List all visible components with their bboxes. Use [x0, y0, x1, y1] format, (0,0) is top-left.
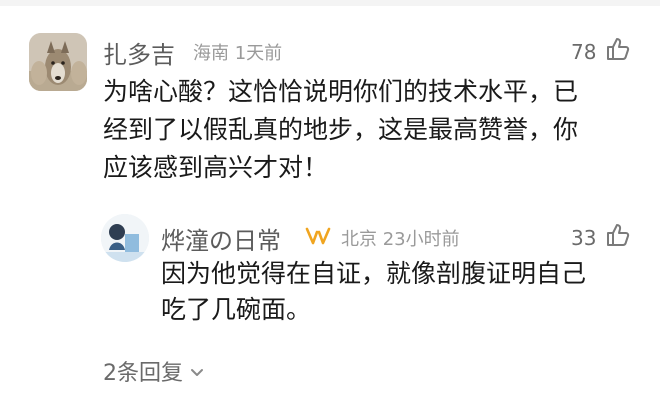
comment-location: 海南: [193, 43, 229, 64]
reply-text: 因为他觉得在自证，就像剖腹证明自己 吃了几碗面。: [161, 256, 631, 328]
comment-time: 1天前: [234, 43, 283, 64]
comment-text-line: 为啥心酸？这恰恰说明你们的技术水平，已: [103, 77, 579, 106]
comment-text-line: 经到了以假乱真的地步，这是最高赞誉，你: [103, 115, 579, 144]
comment-text: 为啥心酸？这恰恰说明你们的技术水平，已 经到了以假乱真的地步，这是最高赞誉，你 …: [103, 73, 628, 187]
comment-meta: 海南 1天前: [193, 39, 282, 65]
reply-time: 23小时前: [382, 229, 460, 250]
thumbs-up-icon[interactable]: [605, 222, 631, 248]
avatar[interactable]: [29, 33, 87, 91]
reply-text-line: 吃了几碗面。: [161, 295, 312, 324]
comment-author[interactable]: 扎多吉: [103, 35, 175, 70]
reply-like-count: 33: [571, 226, 597, 250]
chevron-down-icon: [191, 369, 203, 376]
comment-like-count: 78: [571, 40, 597, 64]
reply-author[interactable]: 烨潼の日常: [161, 221, 281, 256]
thumbs-up-icon[interactable]: [605, 36, 631, 62]
reply-avatar[interactable]: [101, 214, 149, 262]
reply-meta: 北京 23小时前: [341, 225, 460, 251]
view-replies-label: 2条回复: [103, 361, 183, 386]
reply-text-line: 因为他觉得在自证，就像剖腹证明自己: [161, 259, 587, 288]
top-divider: [0, 0, 660, 6]
vip-badge-icon: [305, 227, 331, 245]
view-replies-button[interactable]: 2条回复: [103, 355, 205, 387]
comment-text-line: 应该感到高兴才对！: [103, 153, 329, 182]
reply-location: 北京: [341, 229, 377, 250]
wolf-avatar-image: [29, 33, 87, 91]
avatar-image: [101, 214, 149, 262]
